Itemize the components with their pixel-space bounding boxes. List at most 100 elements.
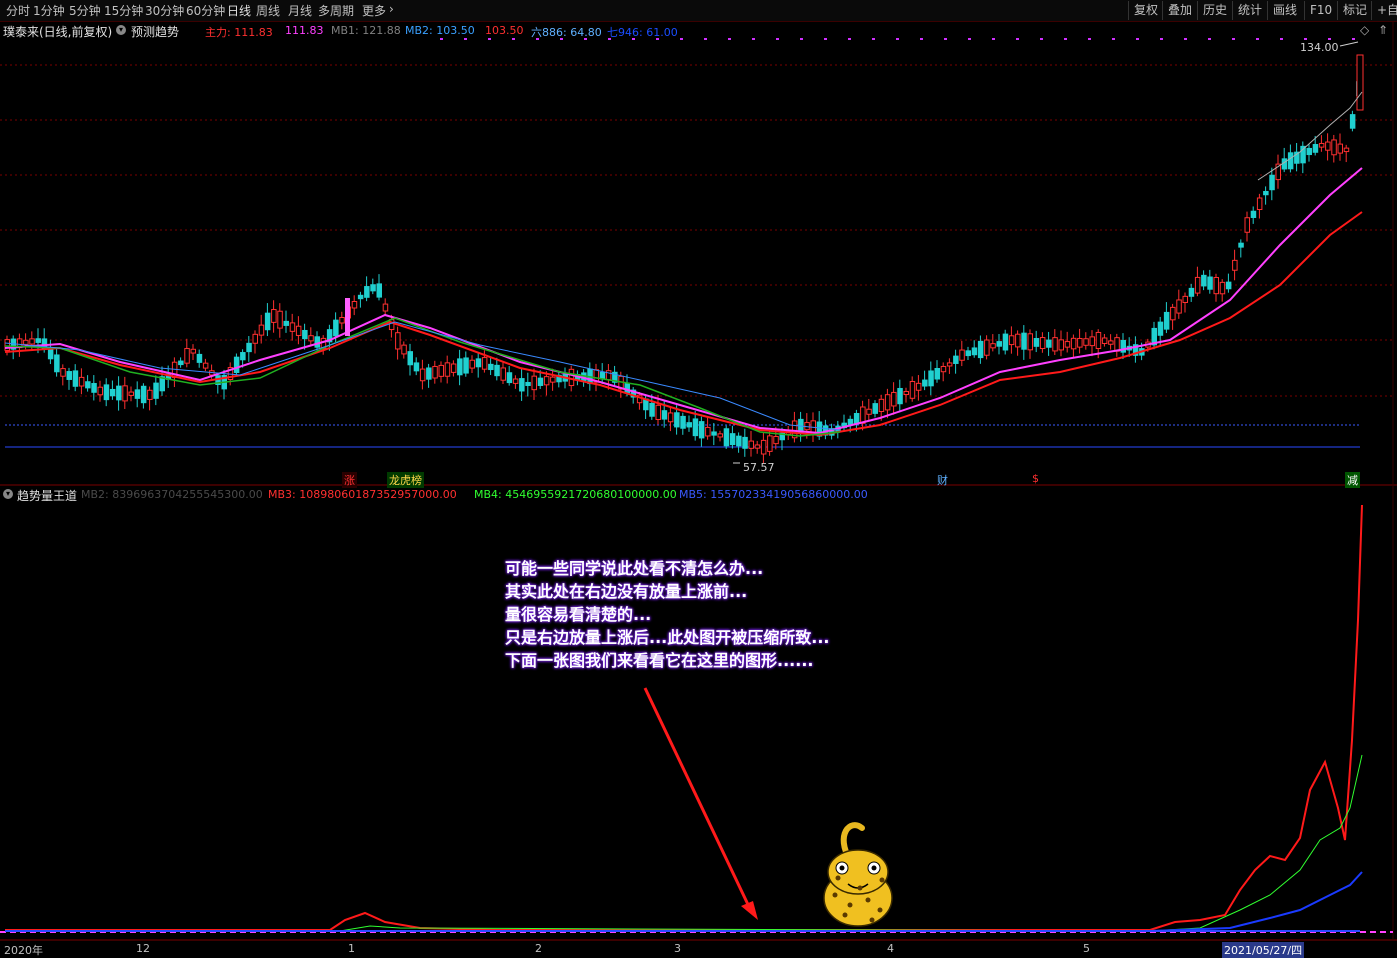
indicator-mb2-2: 103.50 (485, 24, 524, 37)
candle-body (1163, 311, 1170, 330)
candle-body (667, 412, 674, 423)
candle-body (457, 358, 463, 376)
candle-body (512, 378, 519, 384)
period-tab-5min[interactable]: 5分钟 (69, 2, 101, 19)
high-price-marker: 134.00 (1300, 41, 1339, 54)
mascot-pupil (839, 865, 845, 871)
candle-body (500, 367, 506, 381)
volume-line-mb4 (5, 754, 1363, 932)
candle-body (897, 387, 903, 405)
candle-body (1083, 338, 1089, 346)
candle-body (531, 375, 537, 391)
highlight-candle (345, 298, 350, 336)
candle-body (1008, 335, 1015, 346)
volume-indicator-line: ▾ 趋势量王道 MB2: 8396963704255545300.00 MB3:… (0, 486, 1397, 504)
chevron-right-icon[interactable]: › (389, 2, 394, 16)
annotation-arrow (643, 687, 754, 914)
candle-body (264, 312, 271, 331)
indicator-six: 六886: 64.80 (531, 26, 602, 39)
candle-body (519, 378, 525, 392)
event-marker-finance[interactable]: 财 (935, 472, 950, 488)
candle-body (1207, 276, 1213, 290)
candle-body (878, 398, 885, 412)
candle-body (543, 376, 550, 386)
candle-body (401, 344, 407, 355)
candle-body (674, 412, 680, 428)
event-marker-dragon-tiger[interactable]: 龙虎榜 (387, 472, 424, 488)
history-button[interactable]: 历史 (1197, 1, 1232, 20)
candle-body (277, 310, 283, 329)
period-tab-multi[interactable]: 多周期 (318, 2, 354, 19)
candle-body (1157, 321, 1164, 336)
candle-body (333, 319, 339, 337)
mascot-spot (835, 875, 841, 881)
candle-body (1002, 333, 1009, 351)
candle-body (271, 309, 277, 323)
candle-body (258, 324, 265, 336)
period-tab-30min[interactable]: 30分钟 (145, 2, 184, 19)
period-tab-60min[interactable]: 60分钟 (186, 2, 225, 19)
mascot-spot (879, 877, 885, 883)
candle-body (1287, 152, 1294, 170)
period-tab-weekly[interactable]: 周线 (256, 2, 280, 19)
candle-body (66, 371, 72, 380)
candle-body (60, 368, 66, 377)
x-axis-label: 12 (136, 942, 150, 955)
dropdown-circle-icon[interactable]: ▾ (116, 25, 126, 35)
annotation-line: 可能一些同学说此处看不清怎么办... (505, 559, 764, 578)
candle-body (723, 428, 730, 447)
indicator-mb2: MB2: 103.50 (405, 24, 475, 37)
candle-body (934, 368, 940, 380)
candle-body (116, 385, 122, 401)
diamond-icon[interactable]: ◇ (1360, 23, 1369, 37)
indicator-mb5-volume: MB5: 15570233419056860000.00 (679, 488, 868, 501)
mark-button[interactable]: 标记 (1337, 1, 1372, 20)
candle-body (946, 362, 953, 367)
candle-body (773, 435, 779, 445)
dropdown-circle-icon[interactable]: ▾ (3, 489, 13, 499)
period-tab-15min[interactable]: 15分钟 (104, 2, 143, 19)
mascot-spot (869, 917, 875, 923)
candle-body (866, 408, 872, 415)
statistics-button[interactable]: 统计 (1232, 1, 1267, 20)
indicator-main-force: 主力: 111.83 (205, 26, 273, 39)
candle-body (289, 322, 296, 332)
indicator-panel-name[interactable]: 趋势量王道 (17, 487, 77, 504)
candle-body (72, 370, 79, 387)
candle-body (1021, 332, 1027, 350)
candle-body (550, 376, 556, 383)
forecast-trend-label[interactable]: 预测趋势 (131, 23, 179, 40)
candle-body (599, 371, 606, 380)
add-favorite-button[interactable]: +自选 (1371, 1, 1397, 20)
mascot-spot (877, 907, 883, 913)
event-marker-limit-up[interactable]: 涨 (342, 472, 357, 488)
period-tab-intraday[interactable]: 分时 (6, 2, 30, 19)
candle-body (909, 381, 916, 399)
candle-body (295, 325, 302, 336)
candle-body (1070, 337, 1077, 350)
event-marker-reduce[interactable]: 减 (1345, 472, 1360, 488)
candle-body (233, 356, 240, 374)
adjust-button[interactable]: 复权 (1128, 1, 1163, 20)
candle-body (351, 300, 358, 309)
period-tab-more[interactable]: 更多 (362, 2, 386, 19)
stock-chart-canvas[interactable] (0, 0, 1397, 956)
candle-body (103, 384, 110, 401)
up-arrow-icon[interactable]: ⇑ (1378, 23, 1388, 37)
candle-body (29, 338, 35, 345)
period-tab-1min[interactable]: 1分钟 (33, 2, 65, 19)
moving-average-pink (4, 167, 1363, 435)
candle-body (432, 365, 438, 379)
event-marker-dividend[interactable]: $ (1030, 472, 1041, 485)
candle-body (872, 403, 878, 414)
f10-button[interactable]: F10 (1304, 1, 1337, 20)
candle-body (537, 377, 544, 386)
draw-line-button[interactable]: 画线 (1267, 1, 1302, 20)
candle-body (35, 338, 41, 343)
period-tab-daily[interactable]: 日线 (227, 2, 251, 19)
x-axis-label: 5 (1083, 942, 1090, 955)
candle-body (370, 284, 376, 292)
period-tab-monthly[interactable]: 月线 (288, 2, 312, 19)
overlay-button[interactable]: 叠加 (1162, 1, 1197, 20)
candle-body (1052, 337, 1058, 352)
